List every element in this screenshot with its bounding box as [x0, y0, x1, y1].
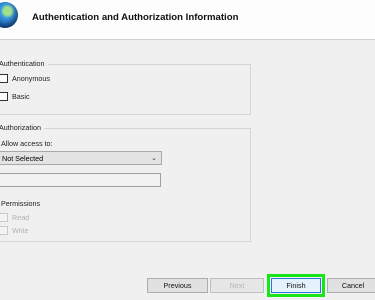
users-input[interactable] [0, 173, 161, 187]
next-button[interactable]: Next [210, 278, 264, 293]
basic-checkbox-row[interactable]: Basic [0, 90, 30, 102]
write-checkbox-row[interactable]: Write [0, 224, 29, 236]
basic-label: Basic [12, 91, 30, 101]
page-title: Authentication and Authorization Informa… [32, 12, 239, 23]
permissions-label: Permissions [1, 199, 41, 208]
write-label: Write [12, 225, 29, 235]
authorization-legend: Authorization [0, 123, 44, 132]
allow-access-label: Allow access to: [1, 139, 53, 148]
anonymous-checkbox-row[interactable]: Anonymous [0, 72, 50, 84]
authorization-group: Authorization Allow access to: Not Selec… [0, 123, 251, 242]
read-checkbox-row[interactable]: Read [0, 211, 29, 223]
chevron-down-icon: ⌄ [151, 155, 157, 162]
basic-checkbox[interactable] [0, 91, 8, 101]
write-checkbox[interactable] [0, 225, 8, 235]
read-label: Read [12, 212, 30, 222]
authentication-legend: Authentication [0, 59, 48, 68]
anonymous-label: Anonymous [12, 73, 50, 83]
allow-access-value: Not Selected [2, 153, 44, 163]
anonymous-checkbox[interactable] [0, 73, 8, 83]
globe-icon [0, 2, 18, 28]
read-checkbox[interactable] [0, 212, 8, 222]
wizard-content: Authentication Anonymous Basic Authoriza… [0, 41, 375, 270]
wizard-header: Authentication and Authorization Informa… [0, 0, 375, 40]
allow-access-select[interactable]: Not Selected ⌄ [0, 151, 162, 165]
authentication-group: Authentication Anonymous Basic [0, 59, 251, 115]
cancel-button[interactable]: Cancel [327, 278, 375, 293]
previous-button[interactable]: Previous [147, 278, 208, 293]
finish-button[interactable]: Finish [267, 274, 325, 297]
